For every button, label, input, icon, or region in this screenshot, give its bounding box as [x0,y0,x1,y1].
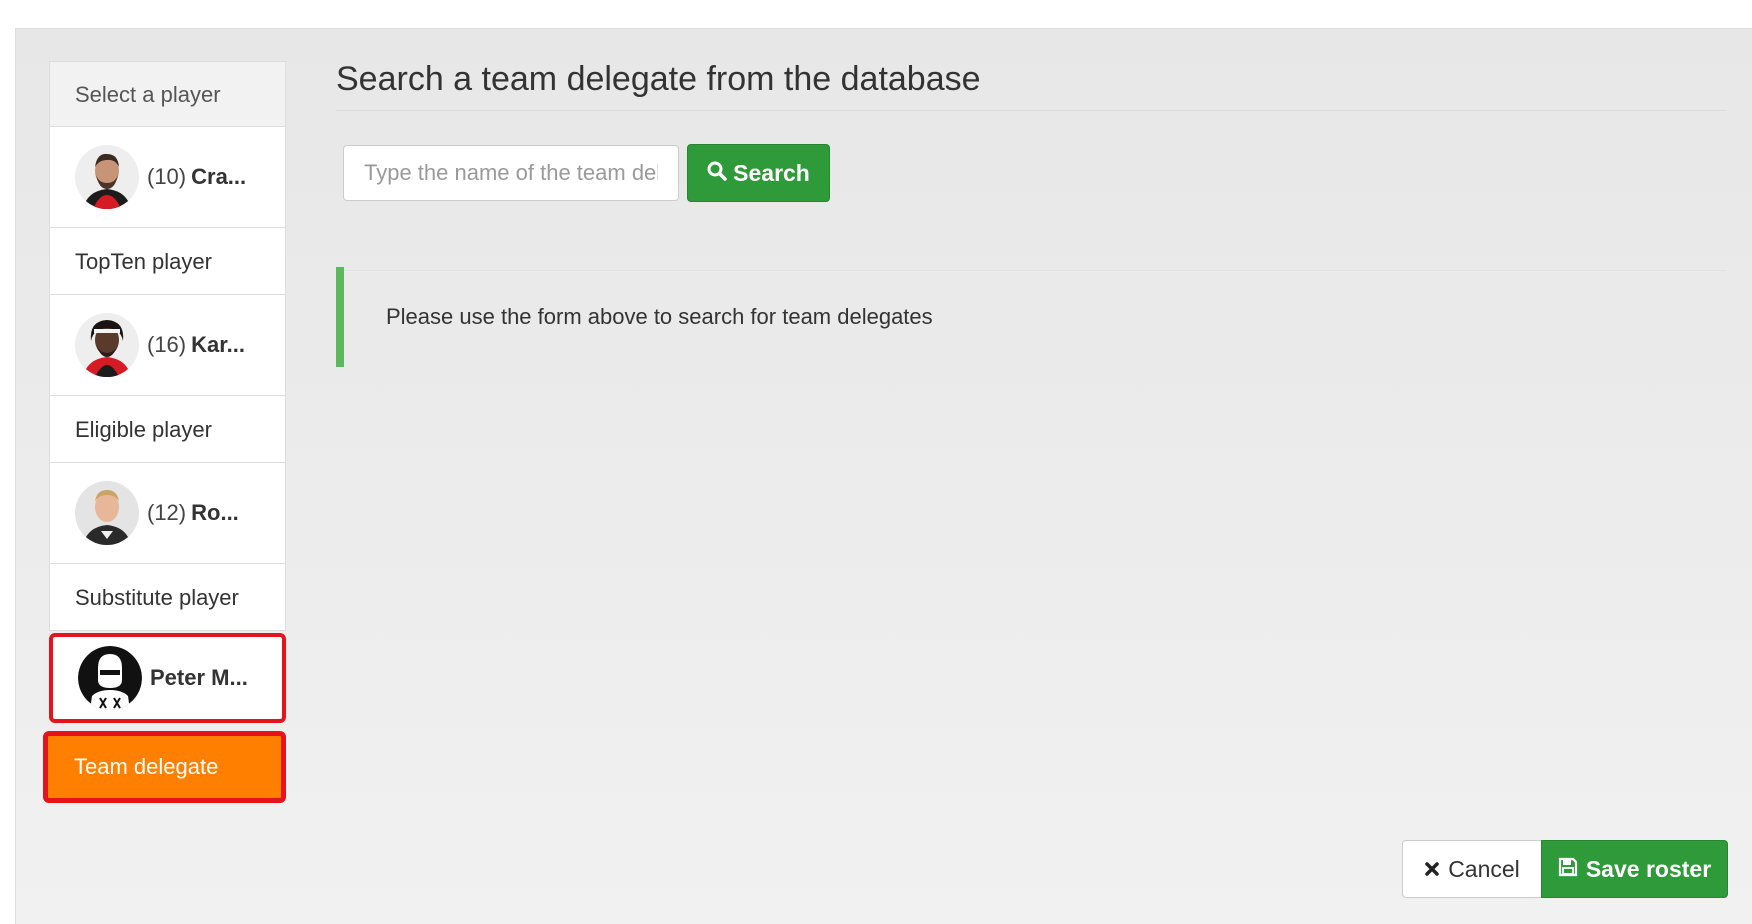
floppy-disk-icon [1558,856,1578,883]
sidebar-player-2[interactable]: (16) Kar... [49,295,286,396]
search-icon [707,160,727,187]
cancel-button-label: Cancel [1448,855,1520,882]
section-label-substitute: Substitute player [49,564,286,631]
section-label-topten: TopTen player [49,228,286,295]
player-number: (12) [147,500,187,525]
sidebar-player-3[interactable]: (12) Ro... [49,463,286,564]
player-name: Ro... [191,500,239,525]
player-number: (10) [147,164,187,189]
page-title: Search a team delegate from the database [336,60,981,98]
player-avatar [75,481,139,545]
sidebar-item-team-delegate[interactable]: Team delegate [43,731,286,803]
title-divider [336,110,1726,111]
player-name: Peter M... [150,665,248,690]
save-roster-button[interactable]: Save roster [1541,840,1728,898]
search-button[interactable]: Search [687,144,830,202]
search-input[interactable] [343,145,679,201]
close-icon [1424,856,1440,883]
player-name: Cra... [191,164,247,189]
callout-divider [344,270,1726,271]
info-message: Please use the form above to search for … [386,304,933,329]
player-name: Kar... [191,332,245,357]
sidebar-player-4[interactable]: Peter M... [49,633,286,723]
player-avatar [75,313,139,377]
player-number: (16) [147,332,187,357]
player-avatar [75,145,139,209]
save-button-label: Save roster [1585,855,1712,882]
sidebar-player-1[interactable]: (10) Cra... [49,127,286,228]
player-sidebar: Select a player (10) Cra... TopTen playe… [43,61,286,803]
cancel-button[interactable]: Cancel [1402,840,1542,898]
search-button-label: Search [733,159,810,186]
info-callout: Please use the form above to search for … [336,267,1726,367]
sidebar-header: Select a player [49,61,286,127]
placeholder-player-icon [78,646,142,710]
section-label-eligible: Eligible player [49,396,286,463]
